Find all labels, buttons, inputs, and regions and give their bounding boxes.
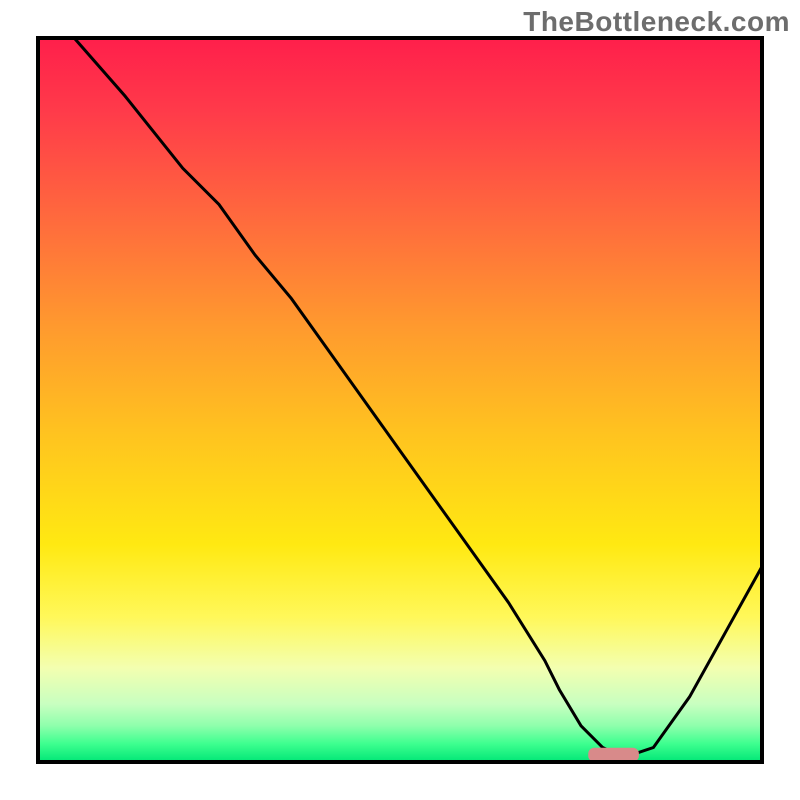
target-range-marker bbox=[588, 748, 639, 762]
plot-background bbox=[38, 38, 762, 762]
bottleneck-chart bbox=[0, 0, 800, 800]
chart-frame: TheBottleneck.com bbox=[0, 0, 800, 800]
watermark-text: TheBottleneck.com bbox=[523, 6, 790, 38]
